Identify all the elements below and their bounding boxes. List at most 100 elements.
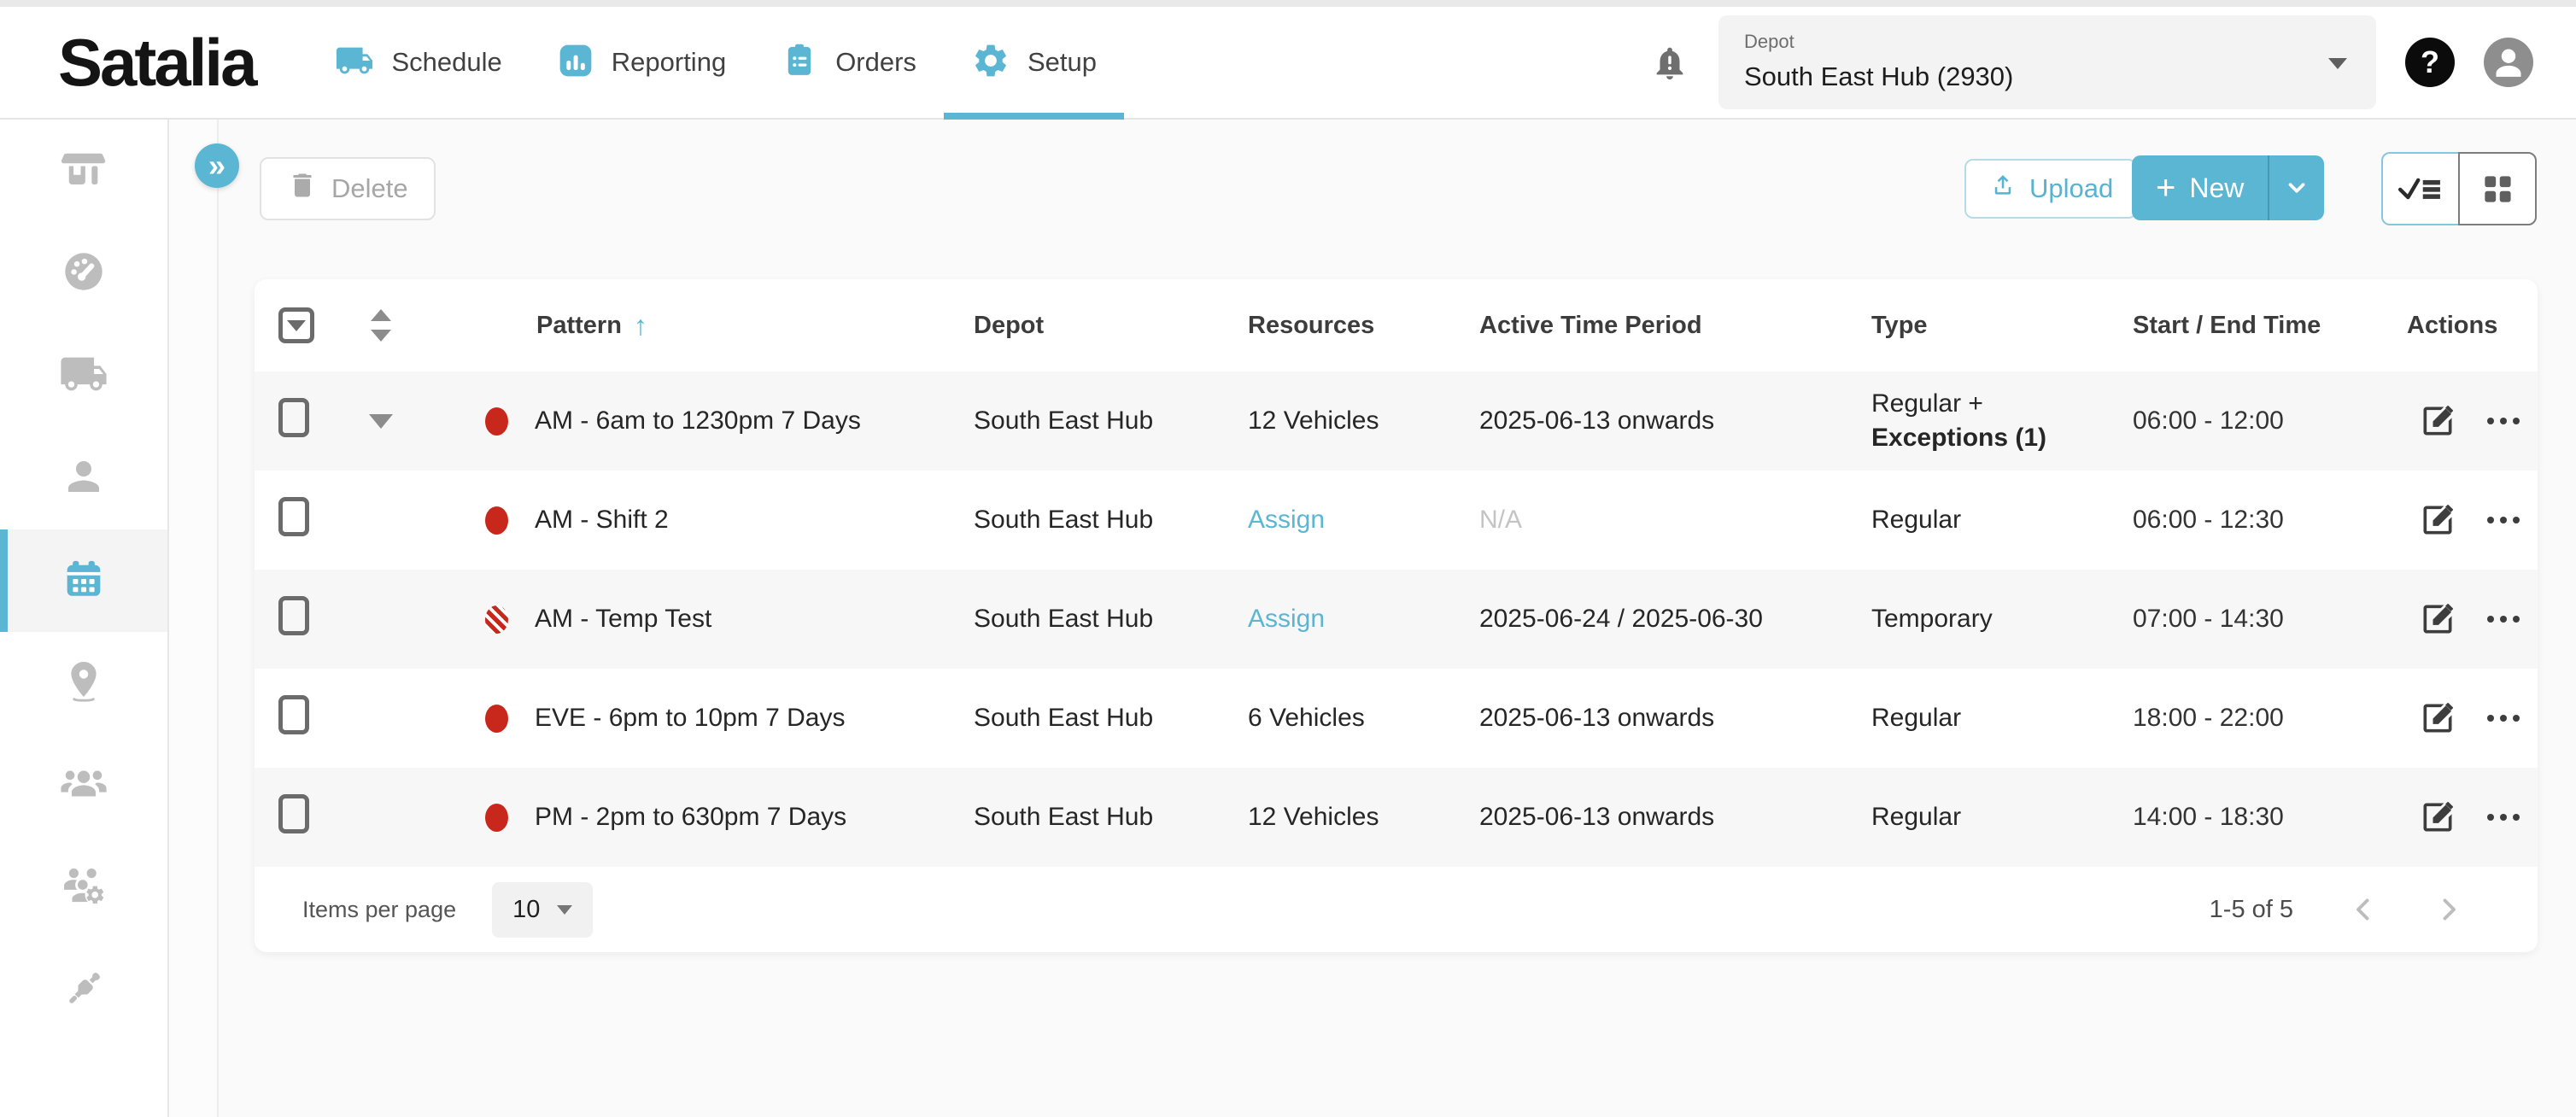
prev-page-button[interactable] [2348,894,2379,925]
sidebar-item-teams[interactable] [0,734,167,837]
row-checkbox[interactable] [278,398,309,437]
expand-row-icon[interactable] [369,414,393,429]
sidebar-item-drivers[interactable] [0,427,167,529]
row-menu-icon[interactable] [2487,715,2520,722]
clipboard-icon [781,42,818,84]
tab-setup[interactable]: Setup [944,7,1124,118]
team-settings-icon [59,862,108,915]
table-row: AM - 6am to 1230pm 7 Days South East Hub… [255,371,2538,471]
new-button-dropdown[interactable] [2269,155,2324,220]
resources-cell: 12 Vehicles [1248,406,1479,436]
items-per-page-select[interactable]: 10 [492,882,593,938]
edit-icon[interactable] [2419,402,2456,440]
bar-chart-icon [557,42,594,84]
column-header-active-time-period[interactable]: Active Time Period [1479,312,1871,340]
status-dot-striped-icon [485,605,508,634]
column-header-resources[interactable]: Resources [1248,312,1479,340]
active-period-cell: 2025-06-13 onwards [1479,803,1871,832]
status-dot-icon [485,804,508,832]
assign-link[interactable]: Assign [1248,605,1325,633]
vehicles-icon [59,349,108,403]
edit-icon[interactable] [2419,600,2456,638]
chevron-down-icon [2328,58,2347,69]
time-cell: 18:00 - 22:00 [2133,704,2407,733]
sidebar-item-team-settings[interactable] [0,837,167,939]
sidebar-item-vehicles[interactable] [0,325,167,427]
table-row: PM - 2pm to 630pm 7 Days South East Hub … [255,768,2538,867]
patterns-table: Pattern ↑ Depot Resources Active Time Pe… [255,279,2538,952]
trash-icon [287,170,318,208]
pattern-cell: PM - 2pm to 630pm 7 Days [535,803,846,832]
time-cell: 07:00 - 14:30 [2133,605,2407,634]
sidebar-item-locations[interactable] [0,632,167,734]
view-toggle [2381,152,2537,225]
edit-icon[interactable] [2419,798,2456,836]
edit-icon[interactable] [2419,699,2456,737]
depot-cell: South East Hub [974,406,1248,436]
row-checkbox[interactable] [278,695,309,734]
sidebar-item-dashboard[interactable] [0,222,167,325]
new-button[interactable]: + New [2132,155,2268,220]
delete-button[interactable]: Delete [260,157,436,220]
row-menu-icon[interactable] [2487,814,2520,821]
truck-icon [335,41,374,85]
sidebar-item-integrations[interactable] [0,939,167,1042]
row-checkbox[interactable] [278,497,309,536]
integrations-plug-icon [61,966,107,1016]
time-cell: 06:00 - 12:30 [2133,506,2407,535]
tab-reporting[interactable]: Reporting [530,7,753,118]
column-header-depot[interactable]: Depot [974,312,1248,340]
depot-selector[interactable]: Depot South East Hub (2930) [1718,15,2376,109]
pattern-cell: EVE - 6pm to 10pm 7 Days [535,704,846,733]
row-checkbox[interactable] [278,794,309,833]
app-root: Satalia Schedule Reporting Orders [0,0,2576,1117]
status-dot-icon [485,407,508,436]
table-header-row: Pattern ↑ Depot Resources Active Time Pe… [255,279,2538,371]
row-menu-icon[interactable] [2487,517,2520,523]
edit-icon[interactable] [2419,501,2456,539]
active-period-cell: 2025-06-13 onwards [1479,406,1871,436]
help-button[interactable]: ? [2405,38,2455,87]
column-header-pattern[interactable]: Pattern ↑ [421,310,974,342]
tab-schedule[interactable]: Schedule [307,7,529,118]
sort-asc-icon: ↑ [634,310,647,342]
assign-link[interactable]: Assign [1248,506,1325,534]
type-cell-line1: Regular [1871,800,2133,834]
pattern-cell: AM - 6am to 1230pm 7 Days [535,406,861,436]
tab-label: Orders [835,47,916,78]
status-dot-icon [485,506,508,535]
row-menu-icon[interactable] [2487,616,2520,623]
active-period-cell: 2025-06-13 onwards [1479,704,1871,733]
resources-cell: 12 Vehicles [1248,803,1479,832]
window-top-strip [0,0,2576,7]
depot-cell: South East Hub [974,605,1248,634]
upload-button[interactable]: Upload [1964,159,2137,219]
new-button-label: New [2189,173,2244,204]
collapsed-panel-gutter [169,120,219,1117]
upload-icon [1988,171,2017,207]
next-page-button[interactable] [2433,894,2464,925]
row-menu-icon[interactable] [2487,418,2520,424]
select-all-checkbox[interactable] [278,307,314,343]
list-view-button[interactable] [2381,152,2460,225]
column-header-type[interactable]: Type [1871,312,2133,340]
notification-bell-icon[interactable] [1650,43,1689,82]
driver-icon [61,453,107,504]
left-sidebar [0,120,169,1117]
table-row: AM - Temp Test South East Hub Assign 202… [255,570,2538,669]
user-avatar[interactable] [2484,38,2533,87]
grid-view-button[interactable] [2458,152,2537,225]
status-dot-icon [485,705,508,733]
depot-selector-label: Depot [1744,31,2351,53]
shift-patterns-calendar-icon [61,556,107,606]
depot-cell: South East Hub [974,704,1248,733]
active-tab-underline [944,113,1124,120]
sidebar-item-shift-patterns[interactable] [0,529,167,632]
row-checkbox[interactable] [278,596,309,635]
tab-label: Setup [1027,47,1097,78]
sidebar-item-depots[interactable] [0,120,167,222]
expand-panel-button[interactable]: » [195,143,239,188]
column-header-start-end-time[interactable]: Start / End Time [2133,312,2407,340]
sort-toggle-icon[interactable] [371,309,391,342]
tab-orders[interactable]: Orders [753,7,944,118]
